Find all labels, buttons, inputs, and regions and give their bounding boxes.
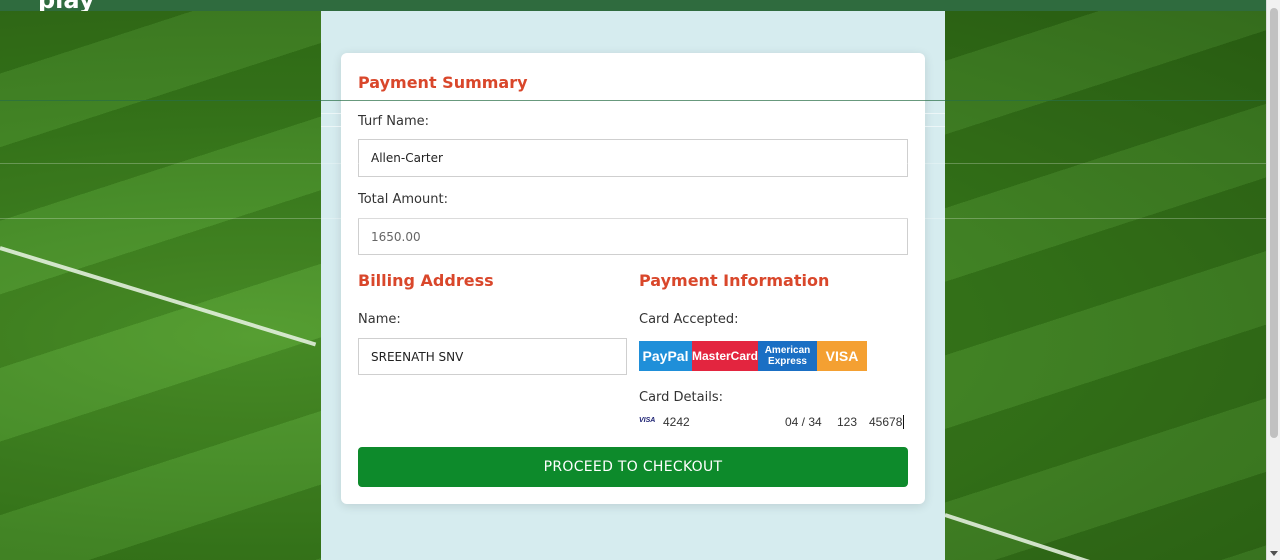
mastercard-logo: MasterCard — [692, 341, 758, 371]
visa-card-icon: VISA — [639, 417, 656, 424]
vertical-scrollbar[interactable] — [1266, 0, 1280, 560]
render-artifact-line — [0, 163, 1266, 164]
top-navbar: play — [0, 0, 1266, 11]
proceed-to-checkout-button[interactable]: PROCEED TO CHECKOUT — [358, 447, 908, 487]
render-artifact-line — [0, 218, 1266, 219]
scrollbar-thumb[interactable] — [1270, 8, 1278, 438]
card-zip-field[interactable]: 45678 — [869, 415, 905, 429]
render-artifact-line — [321, 126, 945, 127]
card-details-label: Card Details: — [639, 390, 723, 405]
brand-logo[interactable]: play — [38, 0, 95, 11]
card-details-input[interactable]: VISA 4242 04 / 34 123 45678 — [639, 415, 909, 431]
field-line — [0, 246, 317, 347]
visa-logo: VISA — [817, 341, 867, 371]
billing-name-field[interactable]: SREENATH SNV — [358, 338, 627, 375]
scroll-down-arrow-icon[interactable] — [1270, 551, 1278, 556]
render-artifact-line — [321, 113, 945, 114]
paypal-logo: PayPal — [639, 341, 692, 371]
payment-card: Payment Summary Turf Name: Allen-Carter … — [341, 53, 925, 504]
billing-address-heading: Billing Address — [358, 271, 494, 290]
card-cvc-field[interactable]: 123 — [837, 415, 857, 429]
total-amount-label: Total Amount: — [358, 192, 448, 207]
card-expiry-field[interactable]: 04 / 34 — [785, 415, 822, 429]
card-accepted-label: Card Accepted: — [639, 312, 739, 327]
turf-name-field[interactable]: Allen-Carter — [358, 139, 908, 177]
field-line — [944, 513, 1136, 560]
total-amount-field[interactable]: 1650.00 — [358, 218, 908, 255]
render-artifact-line — [0, 100, 1266, 101]
card-number-field[interactable]: 4242 — [663, 415, 690, 429]
billing-name-label: Name: — [358, 312, 401, 327]
payment-summary-heading: Payment Summary — [358, 73, 528, 92]
accepted-cards-strip: PayPal MasterCard American Express VISA — [639, 341, 867, 371]
american-express-logo: American Express — [758, 341, 817, 371]
payment-information-heading: Payment Information — [639, 271, 830, 290]
